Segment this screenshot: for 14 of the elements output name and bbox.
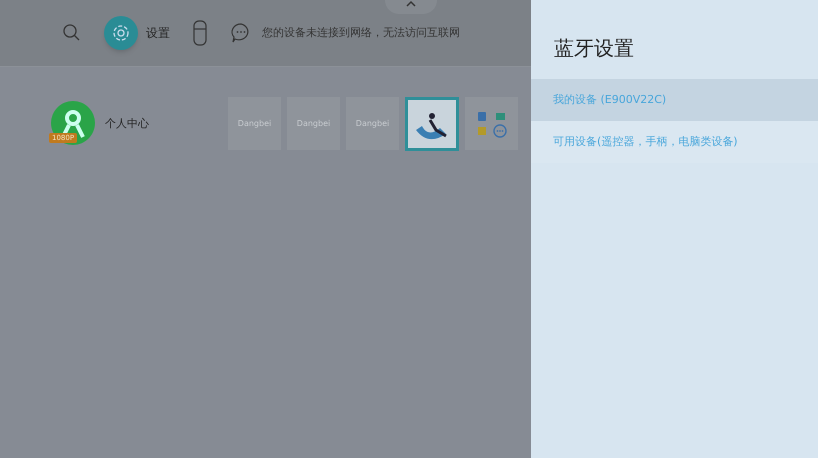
profile-label[interactable]: 个人中心	[105, 116, 149, 132]
network-status-text: 您的设备未连接到网络，无法访问互联网	[262, 24, 460, 41]
settings-label: 设置	[146, 25, 170, 42]
reading-person-tile[interactable]	[405, 97, 459, 151]
app-tile[interactable]: Dangbei	[228, 97, 281, 150]
bluetooth-menu-item[interactable]: 我的设备 (E900V22C)	[531, 79, 818, 121]
search-icon[interactable]	[62, 23, 82, 43]
settings-icon	[111, 23, 131, 43]
settings-button[interactable]	[104, 16, 138, 50]
panel-title: 蓝牙设置	[553, 35, 635, 62]
usb-drive-icon[interactable]	[192, 20, 208, 46]
more-apps-tile[interactable]	[465, 97, 518, 150]
app-tile[interactable]: Dangbei	[287, 97, 340, 150]
app-tile[interactable]: Dangbei	[346, 97, 399, 150]
